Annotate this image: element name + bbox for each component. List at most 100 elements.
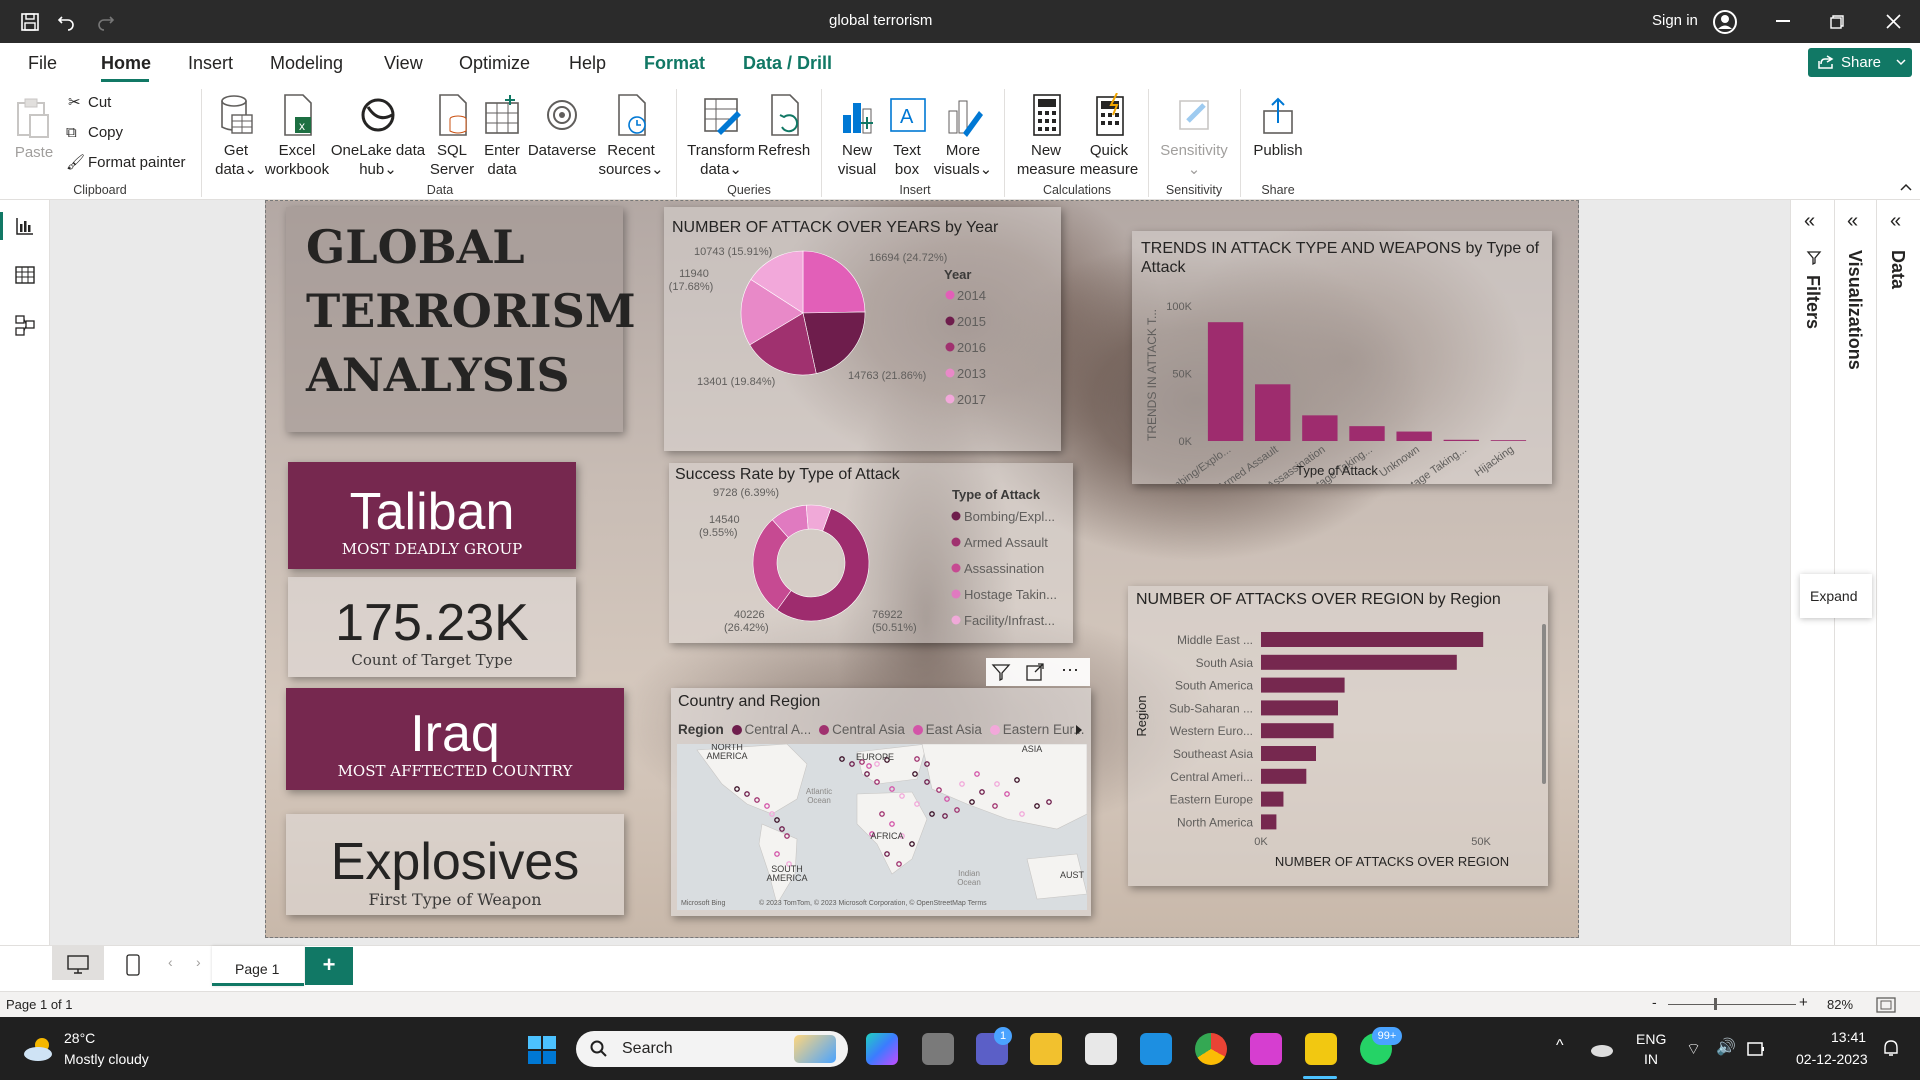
bar-2[interactable] — [1261, 677, 1345, 693]
quick-measure-button[interactable]: Quick measure — [1078, 93, 1140, 179]
menu-insert[interactable]: Insert — [188, 53, 233, 74]
bar-0[interactable] — [1261, 632, 1484, 647]
pie-slice-2014[interactable] — [802, 250, 866, 314]
sign-in-link[interactable]: Sign in — [1652, 12, 1698, 29]
refresh-button[interactable]: Refresh — [756, 93, 812, 160]
model-view-icon[interactable] — [15, 314, 35, 336]
bar-4[interactable] — [1396, 431, 1432, 441]
power-bi-app-icon[interactable] — [1305, 1033, 1337, 1065]
language-eng[interactable]: ENG — [1636, 1031, 1666, 1047]
zoom-slider-track[interactable] — [1668, 1004, 1796, 1005]
get-data-button[interactable]: Get data⌄ — [210, 93, 262, 179]
task-view-icon[interactable] — [922, 1033, 954, 1065]
publish-button[interactable]: Publish — [1248, 93, 1308, 160]
menu-file[interactable]: File — [28, 53, 57, 74]
pie-legend-item[interactable]: 2013 — [957, 366, 986, 381]
share-button[interactable]: Share — [1808, 48, 1912, 77]
volume-icon[interactable]: 🔊 — [1716, 1037, 1736, 1057]
bar-8[interactable] — [1261, 814, 1277, 830]
donut-success-visual[interactable]: Success Rate by Type of Attack 76922 (50.… — [669, 463, 1073, 643]
transform-data-button[interactable]: Transform data⌄ — [686, 93, 756, 179]
menu-home[interactable]: Home — [101, 53, 151, 74]
filter-icon[interactable] — [991, 663, 1011, 681]
sensitivity-button[interactable]: Sensitivity ⌄ — [1156, 93, 1232, 179]
bar-3[interactable] — [1261, 700, 1338, 716]
enter-data-button[interactable]: Enter data — [478, 93, 526, 179]
collapse-ribbon-icon[interactable] — [1900, 183, 1912, 191]
donut-legend-item[interactable]: Bombing/Expl... — [964, 509, 1055, 524]
bar-5[interactable] — [1261, 746, 1316, 761]
kpi-target-count-card[interactable]: 175.23K Count of Target Type — [288, 577, 576, 677]
map-legend-item[interactable]: East Asia — [912, 722, 982, 737]
expand-filters-icon[interactable]: « — [1804, 210, 1815, 233]
copilot-app-icon[interactable] — [866, 1033, 898, 1065]
zoom-slider-thumb[interactable] — [1714, 998, 1717, 1010]
table-view-icon[interactable] — [15, 265, 35, 285]
language-in[interactable]: IN — [1644, 1051, 1658, 1067]
donut-legend-item[interactable]: Facility/Infrast... — [964, 613, 1055, 628]
map-credit[interactable]: © 2023 TomTom, © 2023 Microsoft Corporat… — [759, 899, 987, 907]
cut-button[interactable]: ✂ Cut — [68, 93, 111, 112]
prev-page-icon[interactable]: ‹ — [168, 954, 173, 970]
bar-1[interactable] — [1261, 654, 1457, 670]
zoom-out-button[interactable]: - — [1652, 994, 1657, 1010]
sql-server-button[interactable]: SQL Server — [426, 93, 478, 179]
account-icon[interactable] — [1712, 9, 1738, 35]
wifi-icon[interactable]: ⌔ — [1686, 1039, 1701, 1059]
menu-data-drill[interactable]: Data / Drill — [743, 53, 832, 74]
pie-legend-item[interactable]: 2014 — [957, 288, 986, 303]
excel-workbook-button[interactable]: x Excel workbook — [262, 93, 332, 179]
map-legend-item[interactable]: Central Asia — [819, 722, 905, 737]
paste-button[interactable]: Paste — [14, 95, 54, 162]
clock-time[interactable]: 13:41 — [1831, 1029, 1866, 1045]
map-legend-item[interactable]: Central A... — [731, 722, 811, 737]
scrollbar[interactable] — [1542, 624, 1546, 784]
new-visual-button[interactable]: New visual — [830, 93, 884, 179]
report-view-icon[interactable] — [15, 216, 35, 236]
menu-modeling[interactable]: Modeling — [270, 53, 343, 74]
menu-format[interactable]: Format — [644, 53, 705, 74]
world-map[interactable]: NORTHAMERICA EUROPEASIAAFRICASOUTHAMERICA… — [677, 744, 1087, 910]
battery-icon[interactable] — [1746, 1039, 1766, 1059]
bar-region-visual[interactable]: NUMBER OF ATTACKS OVER REGION by Region … — [1128, 586, 1548, 886]
pie-years-visual[interactable]: NUMBER OF ATTACK OVER YEARS by Year 1669… — [664, 207, 1061, 451]
onedrive-cloud-icon[interactable] — [1590, 1041, 1614, 1057]
restore-icon[interactable] — [1830, 15, 1844, 29]
map-legend-item[interactable]: Eastern Eur... — [989, 722, 1084, 737]
desktop-layout-tab[interactable] — [52, 946, 104, 980]
pie-legend-item[interactable]: 2015 — [957, 314, 986, 329]
show-hidden-icons[interactable]: ^ — [1556, 1037, 1564, 1055]
expand-visualizations-icon[interactable]: « — [1847, 210, 1858, 233]
notification-bell-icon[interactable] — [1882, 1039, 1900, 1059]
bar-2[interactable] — [1302, 415, 1338, 441]
kpi-affected-country-card[interactable]: Iraq MOST AFFTECTED COUNTRY — [286, 688, 624, 790]
next-page-icon[interactable]: › — [196, 954, 201, 970]
more-options-icon[interactable]: ⋯ — [1061, 660, 1080, 681]
visualizations-pane-tab[interactable]: Visualizations — [1844, 250, 1865, 370]
page-tab-1[interactable]: Page 1 — [212, 946, 304, 986]
add-page-button[interactable]: + — [305, 947, 353, 985]
zoom-in-button[interactable]: + — [1799, 994, 1808, 1011]
filters-pane-tab[interactable]: Filters — [1802, 275, 1823, 329]
clock-date[interactable]: 02-12-2023 — [1796, 1051, 1868, 1067]
fit-to-page-icon[interactable] — [1876, 997, 1896, 1013]
mail-app-icon[interactable] — [1140, 1033, 1172, 1065]
menu-view[interactable]: View — [384, 53, 423, 74]
data-pane-tab[interactable]: Data — [1887, 250, 1908, 289]
text-box-button[interactable]: A Text box — [884, 93, 930, 179]
onelake-data-hub-button[interactable]: OneLake data hub⌄ — [330, 93, 426, 179]
map-visual[interactable]: Country and Region Region Central A... C… — [671, 688, 1091, 916]
bar-6[interactable] — [1261, 768, 1307, 784]
save-icon[interactable] — [20, 12, 40, 32]
zoom-level[interactable]: 82% — [1827, 997, 1853, 1012]
redo-icon[interactable] — [96, 11, 116, 31]
bar-7[interactable] — [1261, 791, 1284, 807]
file-explorer-icon[interactable] — [1030, 1033, 1062, 1065]
paint-app-icon[interactable] — [1250, 1033, 1282, 1065]
recent-sources-button[interactable]: Recent sources⌄ — [596, 93, 666, 179]
new-measure-button[interactable]: New measure — [1014, 93, 1078, 179]
menu-help[interactable]: Help — [569, 53, 606, 74]
bar-6[interactable] — [1490, 440, 1527, 441]
legend-next-icon[interactable] — [1075, 724, 1083, 736]
bar-0[interactable] — [1207, 322, 1244, 441]
